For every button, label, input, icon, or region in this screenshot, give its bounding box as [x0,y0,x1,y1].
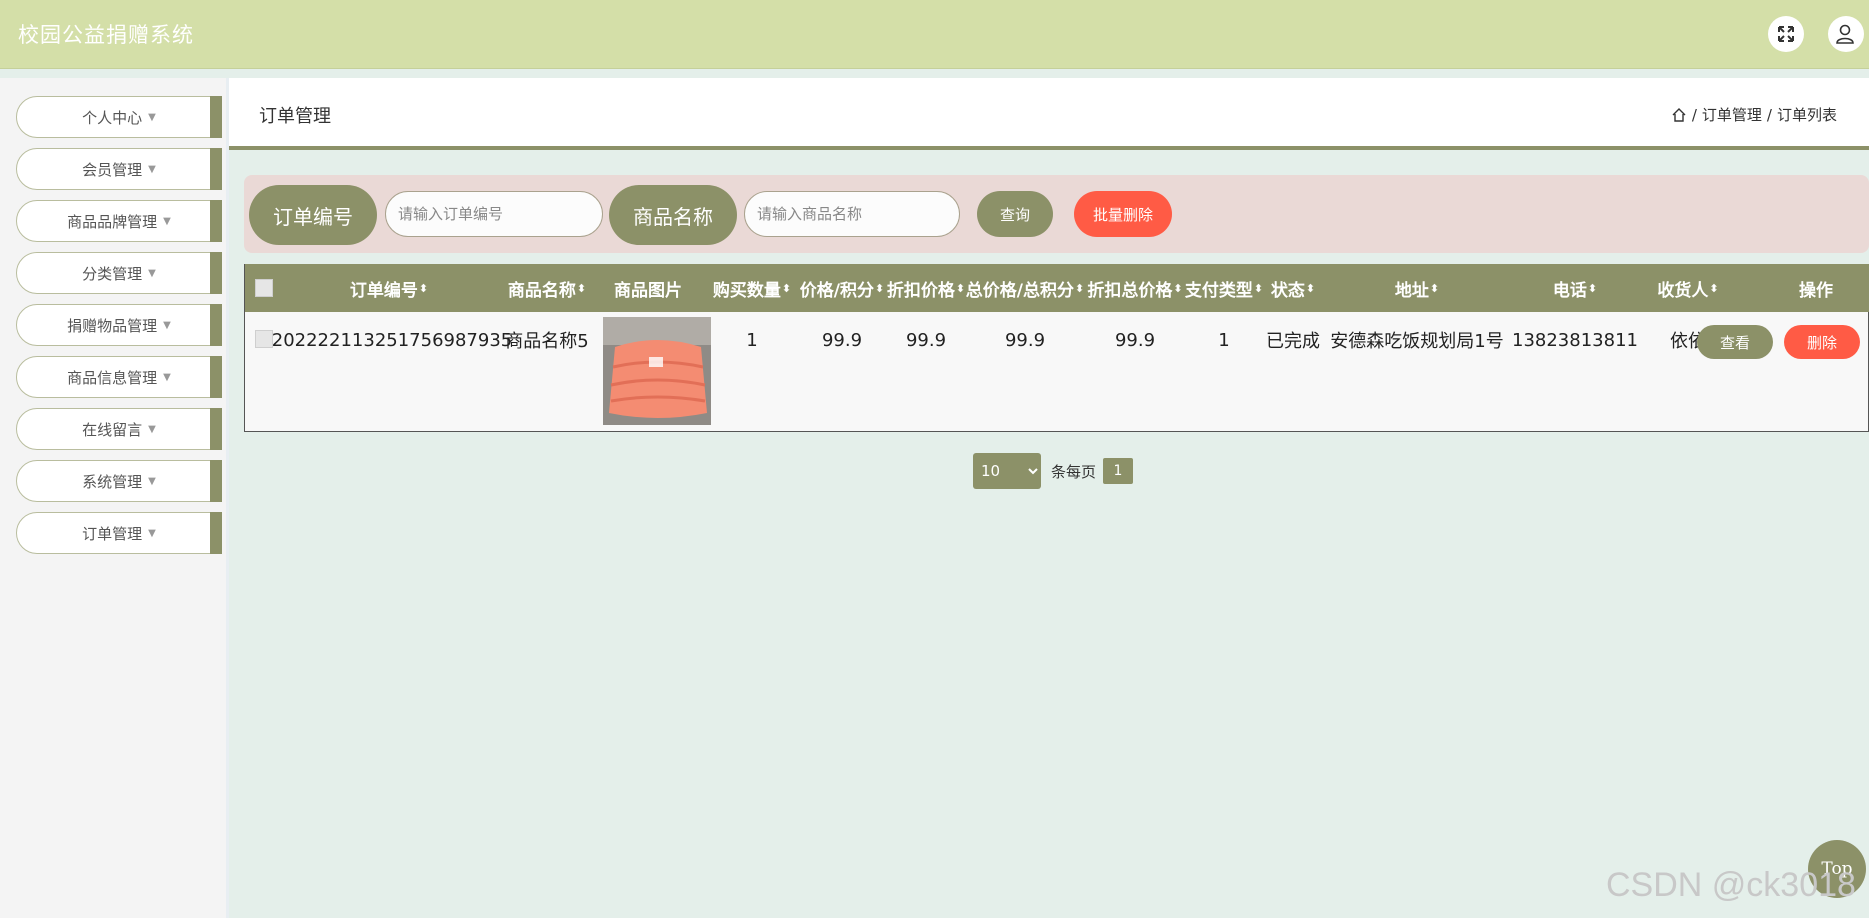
sidebar-item-members[interactable]: 会员管理 ▼ [16,148,222,190]
page-size-select[interactable]: 10 [973,453,1041,489]
fullscreen-button[interactable] [1768,16,1804,52]
breadcrumb-separator: / [1766,105,1772,124]
sidebar-item-label: 在线留言 [82,420,143,439]
caret-down-icon: ▼ [148,163,156,175]
delete-button[interactable]: 删除 [1784,325,1860,359]
top-bar: 校园公益捐赠系统 [0,0,1869,69]
caret-down-icon: ▼ [163,319,171,331]
query-button[interactable]: 查询 [977,191,1053,237]
batch-delete-button[interactable]: 批量删除 [1074,191,1172,237]
sort-icon[interactable]: ⬍ [1306,282,1315,295]
app-title: 校园公益捐赠系统 [18,23,194,47]
sidebar-item-categories[interactable]: 分类管理 ▼ [16,252,222,294]
sidebar-item-label: 个人中心 [82,108,143,127]
breadcrumb: / 订单管理 / 订单列表 [1671,104,1837,125]
sidebar-item-system[interactable]: 系统管理 ▼ [16,460,222,502]
user-icon [1836,24,1854,44]
sort-icon[interactable]: ⬍ [1709,282,1718,295]
breadcrumb-current: 订单列表 [1776,106,1837,124]
pagination: 10 条每页 1 [973,453,1134,489]
sort-icon[interactable]: ⬍ [1173,282,1182,295]
caret-down-icon: ▼ [148,475,156,487]
sidebar-item-products[interactable]: 商品信息管理 ▼ [16,356,222,398]
product-name-input[interactable] [744,191,960,237]
expand-icon [1778,26,1794,42]
sidebar-item-label: 商品品牌管理 [67,212,158,231]
cell-price: 99.9 [821,329,863,351]
sidebar-item-label: 订单管理 [82,524,143,543]
sort-icon[interactable]: ⬍ [419,282,428,295]
view-button[interactable]: 查看 [1697,325,1773,359]
order-no-input[interactable] [385,191,603,237]
order-table: 订单编号 ⬍ 商品名称 ⬍ 商品图片 购买数量 ⬍ 价格/积分 ⬍ 折扣价格 ⬍ 总价格/… [244,264,1869,432]
user-button[interactable] [1828,16,1864,52]
col-receiver[interactable]: 收货人 ⬍ [1645,264,1731,312]
col-order-no[interactable]: 订单编号 ⬍ [279,264,499,312]
breadcrumb-separator: / [1691,105,1697,124]
product-name-label: 商品名称 [609,185,737,245]
sidebar-item-label: 商品信息管理 [67,368,158,387]
caret-down-icon: ▼ [148,527,156,539]
sort-icon[interactable]: ⬍ [782,282,791,295]
select-all-checkbox[interactable] [255,279,273,297]
col-total[interactable]: 总价格/总积分 ⬍ [965,264,1085,312]
sidebar-item-orders[interactable]: 订单管理 ▼ [16,512,222,554]
sidebar-item-label: 分类管理 [82,264,143,283]
sort-icon[interactable]: ⬍ [1430,282,1439,295]
col-address[interactable]: 地址 ⬍ [1329,264,1505,312]
sidebar-item-label: 会员管理 [82,160,143,179]
cell-discount-total: 99.9 [1114,329,1156,351]
col-status[interactable]: 状态 ⬍ [1263,264,1323,312]
content-header: 订单管理 / 订单管理 / 订单列表 [229,78,1869,150]
caret-down-icon: ▼ [148,111,156,123]
cell-discount-price: 99.9 [905,329,947,351]
sidebar-item-donations[interactable]: 捐赠物品管理 ▼ [16,304,222,346]
col-pay-type[interactable]: 支付类型 ⬍ [1185,264,1263,312]
sidebar-item-messages[interactable]: 在线留言 ▼ [16,408,222,450]
col-discount-price[interactable]: 折扣价格 ⬍ [887,264,965,312]
sort-icon[interactable]: ⬍ [1075,282,1084,295]
per-page-label: 条每页 [1051,462,1097,481]
home-icon[interactable] [1671,107,1687,123]
cell-address: 安德森吃饭规划局1号 [1330,331,1504,352]
sidebar-item-label: 系统管理 [82,472,143,491]
row-checkbox[interactable] [255,330,273,348]
sort-icon[interactable]: ⬍ [956,282,965,295]
watermark: CSDN @ck3018 [1606,866,1856,904]
sort-icon[interactable]: ⬍ [1588,282,1597,295]
caret-down-icon: ▼ [148,423,156,435]
col-product-image: 商品图片 [614,280,682,301]
col-phone[interactable]: 电话 ⬍ [1505,264,1645,312]
caret-down-icon: ▼ [148,267,156,279]
col-product-name[interactable]: 商品名称 ⬍ [499,264,595,312]
col-price[interactable]: 价格/积分 ⬍ [797,264,887,312]
cell-status: 已完成 [1266,331,1320,352]
order-no-label: 订单编号 [249,185,377,245]
sort-icon[interactable]: ⬍ [1254,282,1263,295]
caret-down-icon: ▼ [163,371,171,383]
sidebar-item-personal-center[interactable]: 个人中心 ▼ [16,96,222,138]
col-discount-total[interactable]: 折扣总价格 ⬍ [1085,264,1185,312]
col-actions: 操作 [1799,280,1833,301]
cell-order-no: 202222113251756987935 [271,329,513,351]
product-image[interactable] [603,317,711,425]
sidebar-item-brands[interactable]: 商品品牌管理 ▼ [16,200,222,242]
cell-phone: 13823813811 [1512,329,1638,351]
page-number-button[interactable]: 1 [1103,458,1134,484]
cell-pay-type: 1 [1218,329,1230,351]
sidebar: 个人中心 ▼ 会员管理 ▼ 商品品牌管理 ▼ 分类管理 ▼ 捐赠物品管理 ▼ 商品信息管理… [0,78,229,918]
cell-product-name: 商品名称5 [505,331,589,352]
search-panel: 订单编号 商品名称 查询 批量删除 [244,175,1869,253]
breadcrumb-item[interactable]: 订单管理 [1702,104,1762,125]
caret-down-icon: ▼ [163,215,171,227]
table-header: 订单编号 ⬍ 商品名称 ⬍ 商品图片 购买数量 ⬍ 价格/积分 ⬍ 折扣价格 ⬍ 总价格/… [245,264,1869,312]
sidebar-item-label: 捐赠物品管理 [67,316,158,335]
col-quantity[interactable]: 购买数量 ⬍ [707,264,797,312]
sort-icon[interactable]: ⬍ [577,282,586,295]
cell-total: 99.9 [1004,329,1046,351]
page-title: 订单管理 [259,106,331,127]
sort-icon[interactable]: ⬍ [875,282,884,295]
cell-quantity: 1 [746,329,758,351]
